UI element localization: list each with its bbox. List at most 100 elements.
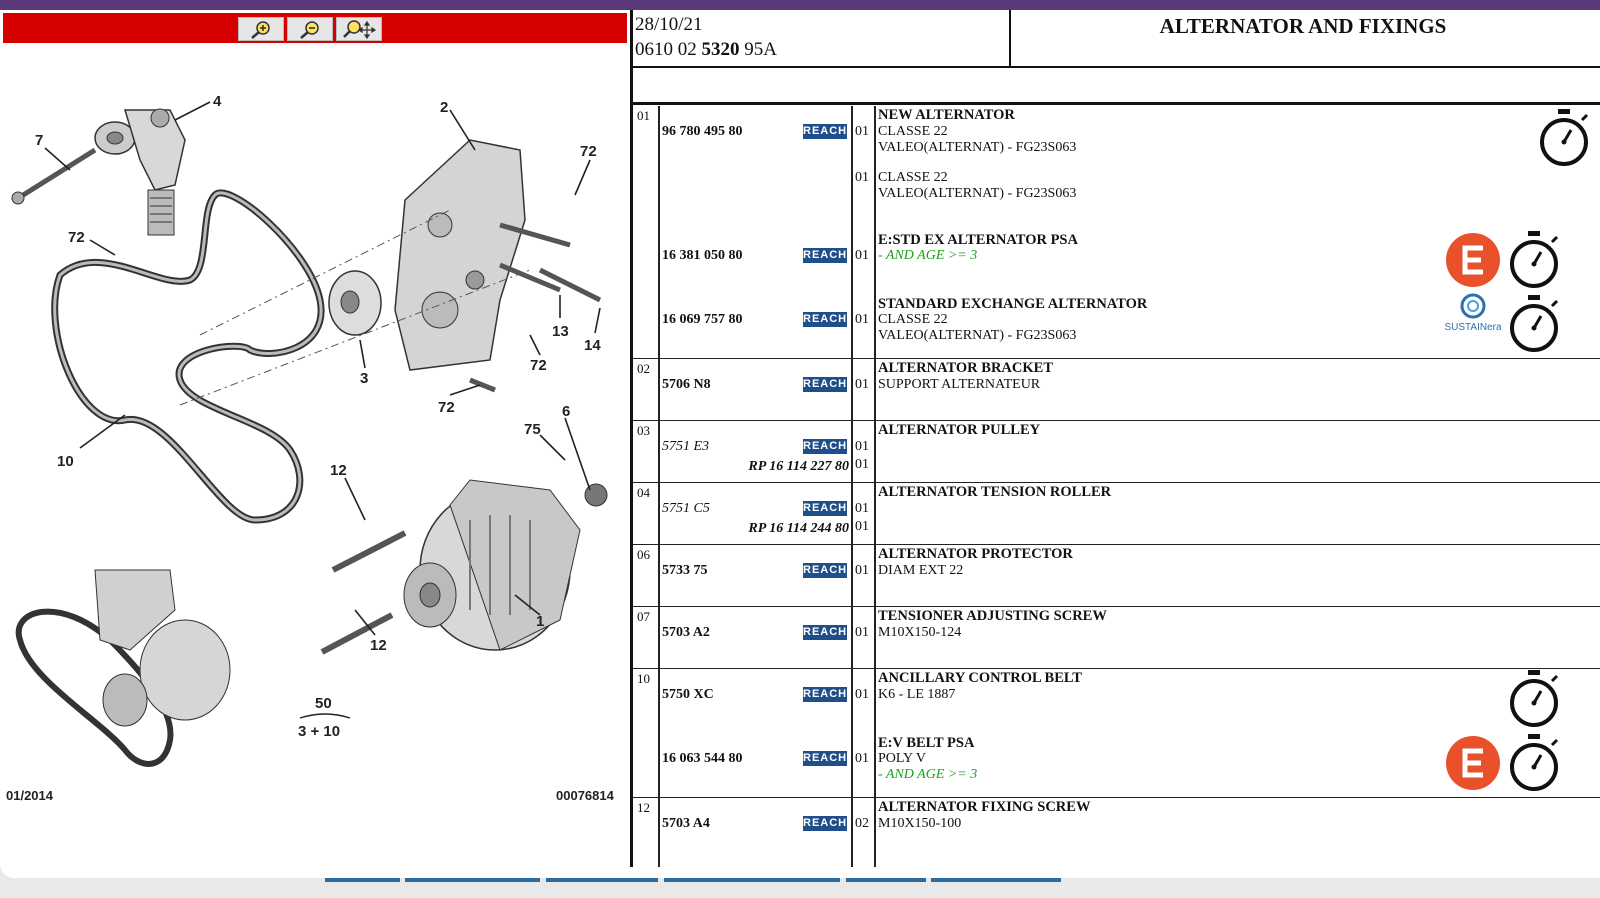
callout-6: 6 [562, 403, 570, 420]
zoom-out-button[interactable] [287, 17, 333, 41]
description-detail: POLY V [878, 751, 926, 766]
part-number[interactable]: 5751 C5 [662, 501, 710, 517]
description-detail: VALEO(ALTERNAT) - FG23S063 [878, 328, 1077, 343]
stopwatch-icon[interactable] [1506, 733, 1562, 793]
condition-text: - AND AGE >= 3 [878, 767, 978, 782]
line-number: 02 [637, 361, 650, 376]
line-number: 06 [637, 547, 650, 562]
header-reference: 0610 02 5320 95A [635, 39, 777, 61]
description-title: ANCILLARY CONTROL BELT [878, 670, 1082, 686]
exchange-logo-icon [1446, 736, 1500, 790]
description-detail: VALEO(ALTERNAT) - FG23S063 [878, 140, 1077, 155]
part-number[interactable]: 5703 A2 [662, 625, 710, 641]
description-detail: SUPPORT ALTERNATEUR [878, 377, 1041, 392]
reach-badge[interactable]: REACH [803, 439, 847, 454]
part-number[interactable]: 5751 E3 [662, 439, 709, 455]
replacement-part-number[interactable]: RP 16 114 244 80 [743, 521, 849, 537]
description-title: STANDARD EXCHANGE ALTERNATOR [878, 296, 1148, 312]
roller-drawing [328, 270, 382, 336]
bottom-tab[interactable] [846, 878, 926, 882]
zoom-in-button[interactable] [238, 17, 284, 41]
reach-badge[interactable]: REACH [803, 377, 847, 392]
table-row[interactable]: 12 5703 A4 REACH 02 ALTERNATOR FIXING SC… [633, 798, 1600, 866]
table-row[interactable]: 04 5751 C5 REACH 01 RP 16 114 244 80 01 … [633, 483, 1600, 545]
zoom-out-icon [300, 21, 319, 39]
table-row[interactable]: 03 5751 E3 REACH 01 RP 16 114 227 80 01 … [633, 421, 1600, 483]
quantity: 01 [855, 248, 869, 263]
reach-badge[interactable]: REACH [803, 124, 847, 139]
quantity: 01 [855, 687, 869, 702]
description-detail: M10X150-100 [878, 816, 962, 831]
bottom-tab[interactable] [931, 878, 1061, 882]
reach-badge[interactable]: REACH [803, 625, 847, 640]
diagram-date: 01/2014 [6, 788, 53, 803]
callout-10: 10 [57, 453, 74, 470]
bottom-tab[interactable] [325, 878, 400, 882]
ref-prefix: 0610 02 [635, 39, 702, 60]
description-title: ALTERNATOR TENSION ROLLER [878, 484, 1112, 500]
stopwatch-icon[interactable] [1506, 294, 1562, 354]
quantity: 02 [855, 816, 869, 831]
tensioner-drawing [11, 108, 186, 236]
part-number[interactable]: 16 381 050 80 [662, 248, 743, 264]
callout-72: 72 [68, 229, 85, 246]
callout-75: 75 [524, 421, 541, 438]
diagram-code: 00076814 [556, 788, 614, 803]
callout-72: 72 [438, 399, 455, 416]
reach-badge[interactable]: REACH [803, 312, 847, 327]
alternator-drawing [320, 479, 608, 655]
callout-1: 1 [536, 613, 544, 630]
stopwatch-icon[interactable] [1506, 230, 1562, 290]
part-number[interactable]: 5703 A4 [662, 816, 710, 832]
part-number[interactable]: 5706 N8 [662, 377, 711, 393]
reach-badge[interactable]: REACH [803, 751, 847, 766]
description-title: TENSIONER ADJUSTING SCREW [878, 608, 1107, 624]
table-row[interactable]: 01 96 780 495 80 REACH 01 NEW ALTERNATOR… [633, 106, 1600, 359]
pan-icon [343, 20, 377, 39]
bottom-tab[interactable] [546, 878, 658, 882]
bottom-tab[interactable] [405, 878, 540, 882]
line-number: 01 [637, 108, 650, 123]
reach-badge[interactable]: REACH [803, 501, 847, 516]
quantity: 01 [855, 501, 869, 516]
table-row[interactable]: 02 5706 N8 REACH 01 ALTERNATOR BRACKET S… [633, 359, 1600, 421]
quantity: 01 [855, 519, 869, 534]
description-detail: K6 - LE 1887 [878, 687, 956, 702]
line-number: 10 [637, 671, 650, 686]
part-number[interactable]: 16 069 757 80 [662, 312, 743, 328]
table-row[interactable]: 07 5703 A2 REACH 01 TENSIONER ADJUSTING … [633, 607, 1600, 669]
description-title: ALTERNATOR BRACKET [878, 360, 1053, 376]
table-row[interactable]: 06 5733 75 REACH 01 ALTERNATOR PROTECTOR… [633, 545, 1600, 607]
pan-button[interactable] [336, 17, 382, 41]
part-number[interactable]: 16 063 544 80 [662, 751, 743, 767]
reach-badge[interactable]: REACH [803, 687, 847, 702]
callout-2: 2 [440, 99, 448, 116]
reach-badge[interactable]: REACH [803, 816, 847, 831]
stopwatch-icon[interactable] [1506, 669, 1562, 729]
reach-badge[interactable]: REACH [803, 563, 847, 578]
part-number[interactable]: 5733 75 [662, 563, 708, 579]
quantity: 01 [855, 563, 869, 578]
description-detail: CLASSE 22 [878, 124, 948, 139]
table-row[interactable]: 10 5750 XC REACH 01 ANCILLARY CONTROL BE… [633, 669, 1600, 798]
quantity: 01 [855, 625, 869, 640]
bottom-tab[interactable] [664, 878, 840, 882]
reach-badge[interactable]: REACH [803, 248, 847, 263]
stopwatch-icon[interactable] [1536, 108, 1592, 168]
callout-4: 4 [213, 93, 222, 110]
bracket-drawing [394, 139, 602, 393]
ref-suffix: 95A [739, 39, 777, 60]
quantity: 01 [855, 439, 869, 454]
description-title: E:V BELT PSA [878, 735, 975, 751]
parts-table: 01 96 780 495 80 REACH 01 NEW ALTERNATOR… [633, 106, 1600, 867]
diagram-toolbar [3, 13, 627, 43]
callout-72: 72 [580, 143, 597, 160]
line-number: 12 [637, 800, 650, 815]
replacement-part-number[interactable]: RP 16 114 227 80 [743, 459, 849, 475]
description-title: ALTERNATOR PROTECTOR [878, 546, 1073, 562]
parts-header: 28/10/21 0610 02 5320 95A ALTERNATOR AND… [633, 10, 1600, 68]
line-number: 04 [637, 485, 650, 500]
part-number[interactable]: 96 780 495 80 [662, 124, 743, 140]
part-number[interactable]: 5750 XC [662, 687, 714, 703]
inset-drawing [15, 569, 231, 767]
